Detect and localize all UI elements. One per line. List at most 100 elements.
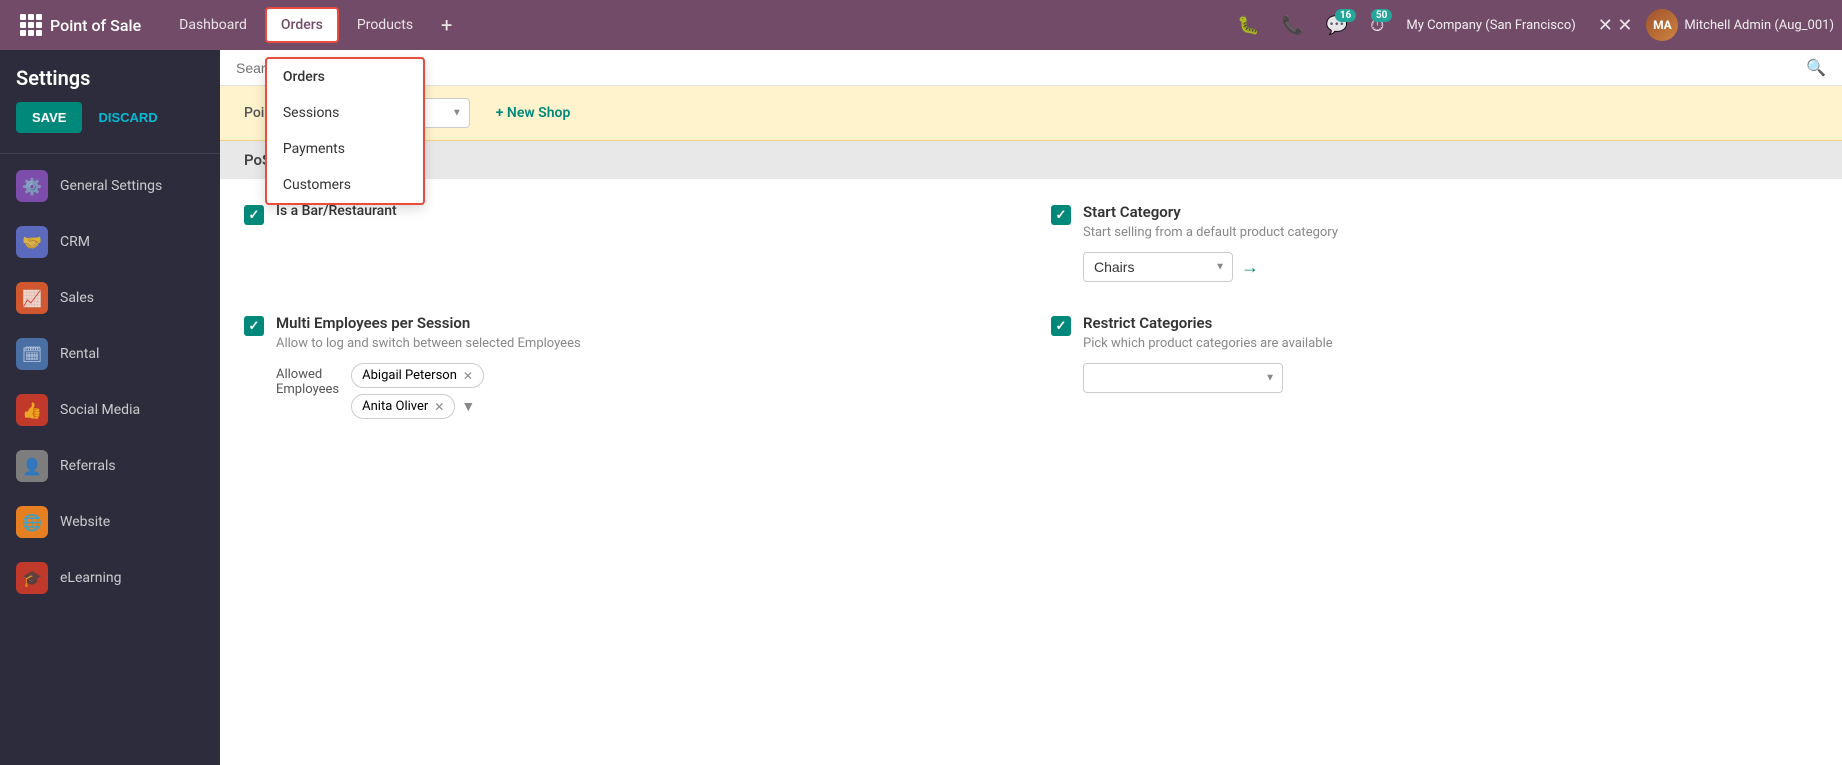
sidebar-divider <box>0 153 220 154</box>
nav-dashboard[interactable]: Dashboard <box>165 9 261 41</box>
chairs-select-wrapper: Chairs <box>1083 252 1233 282</box>
grid-icon <box>20 14 42 36</box>
website-icon: 🌐 <box>16 506 48 538</box>
restrict-cat-content: Restrict Categories Pick which product c… <box>1083 314 1333 393</box>
sidebar-item-website[interactable]: 🌐 Website <box>0 494 220 550</box>
sidebar: Settings SAVE DISCARD ⚙️ General Setting… <box>0 50 220 765</box>
remove-abigail-icon[interactable]: ✕ <box>463 369 473 383</box>
orders-dropdown-menu: Orders Sessions Payments Customers <box>265 57 425 205</box>
dropdown-item-orders[interactable]: Orders <box>267 59 423 95</box>
sidebar-label-referrals: Referrals <box>60 458 116 474</box>
employees-tags: Abigail Peterson ✕ Anita Oliver ✕ <box>351 363 484 419</box>
settings-icon-button[interactable]: ✕ ✕ <box>1590 9 1641 42</box>
col-start-category: Start Category Start selling from a defa… <box>1051 203 1818 282</box>
dropdown-item-customers[interactable]: Customers <box>267 167 423 203</box>
restrict-cat-field-row <box>1083 363 1333 393</box>
phone-icon-button[interactable]: 📞 <box>1273 9 1311 42</box>
restrict-categories-select[interactable] <box>1083 363 1283 393</box>
sidebar-item-rental[interactable]: 🗓 Rental <box>0 326 220 382</box>
admin-name: Mitchell Admin (Aug_001) <box>1684 18 1834 33</box>
start-category-checkbox-row: Start Category Start selling from a defa… <box>1051 203 1818 282</box>
new-shop-button[interactable]: + New Shop <box>486 99 581 127</box>
sidebar-item-social-media[interactable]: 👍 Social Media <box>0 382 220 438</box>
top-navigation: Point of Sale Dashboard Orders Orders Se… <box>0 0 1842 50</box>
chat-icon-button[interactable]: 💬 16 <box>1318 9 1356 42</box>
sidebar-label-crm: CRM <box>60 234 90 250</box>
bug-icon-button[interactable]: 🐛 <box>1229 9 1267 42</box>
nav-orders-wrapper: Orders Orders Sessions Payments Customer… <box>265 7 339 43</box>
start-category-checkbox[interactable] <box>1051 205 1071 225</box>
search-bar: 🔍 <box>220 50 1842 86</box>
start-category-field-row: Chairs → <box>1083 252 1338 282</box>
rental-icon: 🗓 <box>16 338 48 370</box>
sidebar-item-crm[interactable]: 🤝 CRM <box>0 214 220 270</box>
sidebar-item-elearning[interactable]: 🎓 eLearning <box>0 550 220 606</box>
start-category-desc: Start selling from a default product cat… <box>1083 225 1338 240</box>
avatar[interactable]: MA <box>1646 9 1678 41</box>
employees-dropdown-icon[interactable]: ▼ <box>461 398 475 415</box>
row-multi-employees: Multi Employees per Session Allow to log… <box>244 314 1818 419</box>
topnav-right-section: 🐛 📞 💬 16 ⏱ 50 My Company (San Francisco)… <box>1229 9 1834 42</box>
content-area: 🔍 Point of Sale (not used) + New Shop Po… <box>220 50 1842 765</box>
sidebar-label-website: Website <box>60 514 110 530</box>
employee-name-abigail: Abigail Peterson <box>362 368 457 383</box>
tag-row-anita: Anita Oliver ✕ ▼ <box>351 394 484 419</box>
restrict-cat-checkbox[interactable] <box>1051 316 1071 336</box>
employee-tag-abigail[interactable]: Abigail Peterson ✕ <box>351 363 484 388</box>
employee-name-anita: Anita Oliver <box>362 399 428 414</box>
restrict-cat-checkbox-row: Restrict Categories Pick which product c… <box>1051 314 1818 393</box>
clock-icon-button[interactable]: ⏱ 50 <box>1362 9 1392 42</box>
search-input[interactable] <box>236 60 1806 76</box>
col-multi-employees: Multi Employees per Session Allow to log… <box>244 314 1011 419</box>
sidebar-item-general-settings[interactable]: ⚙️ General Settings <box>0 158 220 214</box>
save-button[interactable]: SAVE <box>16 102 82 133</box>
dropdown-item-payments[interactable]: Payments <box>267 131 423 167</box>
bar-restaurant-checkbox[interactable] <box>244 205 264 225</box>
row-bar-restaurant: Is a Bar/Restaurant Start Category Start… <box>244 203 1818 282</box>
discard-button[interactable]: DISCARD <box>90 102 165 133</box>
remove-anita-icon[interactable]: ✕ <box>434 400 444 414</box>
dropdown-item-sessions[interactable]: Sessions <box>267 95 423 131</box>
multi-emp-label: Multi Employees per Session <box>276 314 581 332</box>
col-restrict-categories: Restrict Categories Pick which product c… <box>1051 314 1818 419</box>
employee-tag-anita[interactable]: Anita Oliver ✕ <box>351 394 455 419</box>
settings-content: Is a Bar/Restaurant Start Category Start… <box>220 179 1842 475</box>
col-bar-restaurant: Is a Bar/Restaurant <box>244 203 1011 282</box>
company-name: My Company (San Francisco) <box>1398 18 1583 33</box>
search-icon: 🔍 <box>1806 58 1826 77</box>
sales-icon: 📈 <box>16 282 48 314</box>
restrict-cat-label: Restrict Categories <box>1083 314 1333 332</box>
app-logo[interactable]: Point of Sale <box>8 14 153 36</box>
multi-emp-checkbox[interactable] <box>244 316 264 336</box>
app-title: Point of Sale <box>50 16 141 35</box>
sidebar-label-general: General Settings <box>60 178 162 194</box>
bar-restaurant-label: Is a Bar/Restaurant <box>276 203 397 219</box>
allowed-label: AllowedEmployees <box>276 363 339 397</box>
crm-icon: 🤝 <box>16 226 48 258</box>
nav-plus-button[interactable]: + <box>431 9 462 41</box>
sidebar-label-elearning: eLearning <box>60 570 121 586</box>
elearning-icon: 🎓 <box>16 562 48 594</box>
sidebar-item-sales[interactable]: 📈 Sales <box>0 270 220 326</box>
nav-products[interactable]: Products <box>343 9 427 41</box>
sidebar-label-sales: Sales <box>60 290 94 306</box>
sidebar-item-referrals[interactable]: 👤 Referrals <box>0 438 220 494</box>
nav-orders[interactable]: Orders <box>265 7 339 43</box>
sidebar-actions: SAVE DISCARD <box>0 98 220 149</box>
start-category-arrow-icon[interactable]: → <box>1241 257 1259 278</box>
referrals-icon: 👤 <box>16 450 48 482</box>
start-category-content: Start Category Start selling from a defa… <box>1083 203 1338 282</box>
clock-badge: 50 <box>1371 9 1392 22</box>
start-category-label: Start Category <box>1083 203 1338 221</box>
sidebar-title: Settings <box>0 50 220 98</box>
allowed-employees-row: AllowedEmployees Abigail Peterson ✕ <box>276 363 581 419</box>
restrict-cat-desc: Pick which product categories are availa… <box>1083 336 1333 351</box>
multi-emp-desc: Allow to log and switch between selected… <box>276 336 581 351</box>
general-settings-icon: ⚙️ <box>16 170 48 202</box>
sidebar-label-rental: Rental <box>60 346 99 362</box>
chat-badge: 16 <box>1335 9 1356 22</box>
social-media-icon: 👍 <box>16 394 48 426</box>
restrict-select-wrapper <box>1083 363 1283 393</box>
chairs-select[interactable]: Chairs <box>1083 252 1233 282</box>
tag-row-abigail: Abigail Peterson ✕ <box>351 363 484 388</box>
